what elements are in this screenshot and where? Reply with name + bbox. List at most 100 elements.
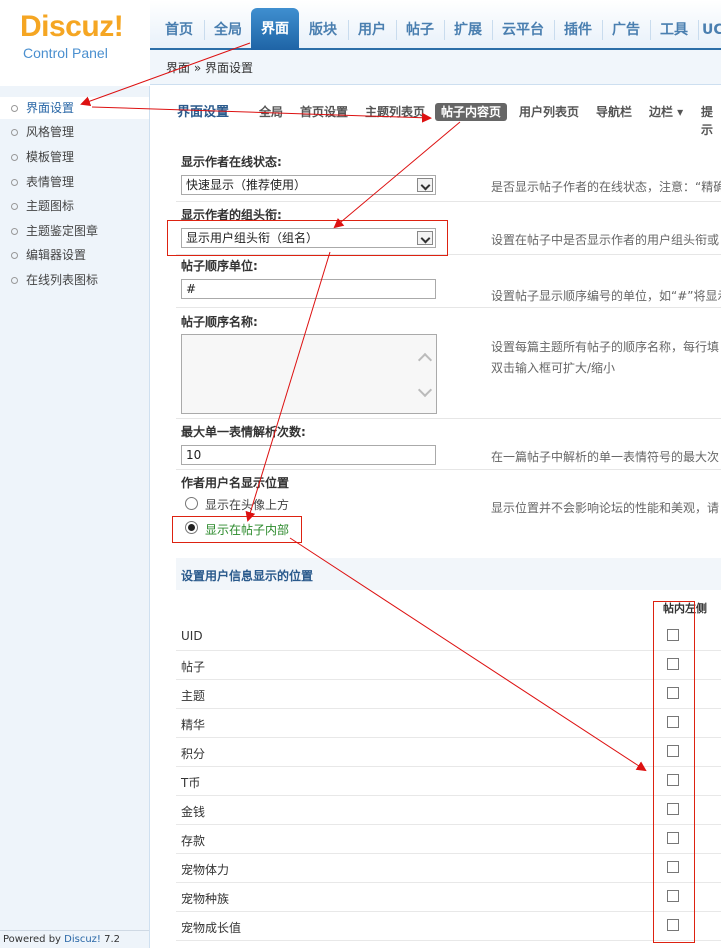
divider: [176, 254, 721, 255]
table-row: 金钱: [176, 795, 721, 825]
scroll-up-icon[interactable]: [417, 352, 433, 368]
footer-prefix: Powered by: [3, 934, 61, 945]
table-row: 帖子: [176, 650, 721, 680]
radio-above-avatar-label: 显示在头像上方: [205, 498, 290, 512]
footer-brand-link[interactable]: Discuz!: [64, 934, 101, 945]
table-row: 宠物体力: [176, 853, 721, 883]
sidebar-item-editor[interactable]: 编辑器设置: [0, 244, 149, 266]
topnav-posts[interactable]: 帖子: [400, 16, 440, 44]
sidebar-item-stamps[interactable]: 主题鉴定图章: [0, 220, 149, 242]
bullet-icon: [11, 203, 18, 210]
row-label: 宠物种族: [181, 892, 230, 906]
topnav-uc[interactable]: UC: [702, 16, 721, 44]
checkbox[interactable]: [667, 890, 679, 902]
table-row: 主题: [176, 679, 721, 709]
separator: [396, 20, 397, 40]
tab-global[interactable]: 全局: [259, 103, 283, 121]
topnav-tools[interactable]: 工具: [654, 16, 694, 44]
order-name-hint: 设置每篇主题所有帖子的顺序名称，每行填: [491, 340, 720, 354]
tab-navbar[interactable]: 导航栏: [596, 103, 632, 121]
tab-post-content[interactable]: 帖子内容页: [435, 103, 508, 121]
checkbox[interactable]: [667, 745, 679, 757]
bullet-icon: [11, 277, 18, 284]
radio-above-avatar[interactable]: [185, 497, 198, 510]
group-title-select[interactable]: 显示用户组头衔（组名）: [181, 228, 436, 248]
bullet-icon: [11, 228, 18, 235]
checkbox[interactable]: [667, 774, 679, 786]
sidebar-item-styles[interactable]: 风格管理: [0, 121, 149, 143]
table-row: 存款: [176, 824, 721, 854]
order-name-hint-dblclick: 双击输入框可扩大/缩小: [491, 361, 616, 375]
online-status-label: 显示作者在线状态:: [181, 155, 282, 169]
bullet-icon: [11, 154, 18, 161]
topnav-extend[interactable]: 扩展: [448, 16, 488, 44]
tab-sidebar[interactable]: 边栏 ▾: [649, 103, 683, 121]
sidebar-item-thread-icons[interactable]: 主题图标: [0, 195, 149, 217]
online-status-hint: 是否显示帖子作者的在线状态，注意：“精确: [491, 180, 721, 194]
checkbox[interactable]: [667, 861, 679, 873]
column-header-post-left: 帖内左侧: [663, 602, 707, 615]
online-status-select[interactable]: 快速显示（推荐使用）: [181, 175, 436, 195]
separator: [348, 20, 349, 40]
table-row: 精华: [176, 708, 721, 738]
row-label: 主题: [181, 689, 206, 703]
bullet-icon: [11, 129, 18, 136]
sidebar-item-interface-settings[interactable]: 界面设置: [0, 97, 149, 119]
divider: [176, 201, 721, 202]
topnav-users[interactable]: 用户: [352, 16, 392, 44]
topnav-ads[interactable]: 广告: [606, 16, 646, 44]
topnav-forums[interactable]: 版块: [303, 16, 343, 44]
order-unit-input[interactable]: #: [181, 279, 436, 299]
checkbox[interactable]: [667, 716, 679, 728]
separator: [698, 20, 699, 40]
name-position-hint: 显示位置并不会影响论坛的性能和美观，请: [491, 501, 720, 515]
checkbox[interactable]: [667, 687, 679, 699]
sidebar-item-smilies[interactable]: 表情管理: [0, 171, 149, 193]
subtabs-title: 界面设置: [177, 105, 230, 120]
group-title-hint: 设置在帖子中是否显示作者的用户组头衔或: [491, 233, 720, 247]
topnav-home[interactable]: 首页: [160, 16, 198, 44]
topnav-global[interactable]: 全局: [208, 16, 248, 44]
tab-prompt[interactable]: 提示: [701, 103, 721, 137]
group-title-label: 显示作者的组头衔:: [181, 208, 282, 222]
logo-subtitle: Control Panel: [23, 45, 108, 61]
checkbox[interactable]: [667, 919, 679, 931]
topnav-cloud[interactable]: 云平台: [496, 16, 550, 44]
separator: [204, 20, 205, 40]
separator: [554, 20, 555, 40]
order-name-label: 帖子顺序名称:: [181, 315, 258, 329]
row-label: UID: [181, 629, 203, 643]
tab-thread-list[interactable]: 主题列表页: [365, 103, 425, 121]
tab-index[interactable]: 首页设置: [300, 103, 348, 121]
section-header: 设置用户信息显示的位置: [176, 558, 721, 590]
sidebar-item-online-icons[interactable]: 在线列表图标: [0, 269, 149, 291]
smiley-max-input[interactable]: 10: [181, 445, 436, 465]
bullet-icon: [11, 179, 18, 186]
checkbox[interactable]: [667, 658, 679, 670]
order-unit-label: 帖子顺序单位:: [181, 259, 258, 273]
row-label: 宠物成长值: [181, 921, 242, 935]
tab-member-list[interactable]: 用户列表页: [519, 103, 579, 121]
checkbox[interactable]: [667, 803, 679, 815]
top-navigation: 首页 全局 界面 版块 用户 帖子 扩展 云平台 插件 广告 工具 UC: [150, 0, 721, 50]
order-name-textarea[interactable]: [181, 334, 437, 414]
section-title: 设置用户信息显示的位置: [181, 569, 314, 583]
scroll-down-icon[interactable]: [417, 382, 433, 398]
table-row: 宠物成长值: [176, 911, 721, 941]
table-row: 积分: [176, 737, 721, 767]
topnav-interface[interactable]: 界面: [251, 8, 299, 50]
breadcrumb: 界面 » 界面设置: [150, 50, 721, 85]
checkbox[interactable]: [667, 629, 679, 641]
topnav-plugins[interactable]: 插件: [558, 16, 598, 44]
smiley-max-label: 最大单一表情解析次数:: [181, 425, 306, 439]
radio-inside-post[interactable]: [185, 521, 198, 534]
row-label: T币: [181, 776, 201, 790]
bullet-icon: [11, 105, 18, 112]
checkbox[interactable]: [667, 832, 679, 844]
row-label: 帖子: [181, 660, 206, 674]
sidebar: 界面设置 风格管理 模板管理 表情管理 主题图标 主题鉴定图章 编辑器设置 在线…: [0, 86, 150, 948]
subtabs: 界面设置 全局 首页设置 主题列表页 帖子内容页 用户列表页 导航栏 边栏 ▾ …: [150, 96, 721, 137]
separator: [444, 20, 445, 40]
sidebar-item-templates[interactable]: 模板管理: [0, 146, 149, 168]
logo-brand: Discuz!: [20, 10, 124, 43]
